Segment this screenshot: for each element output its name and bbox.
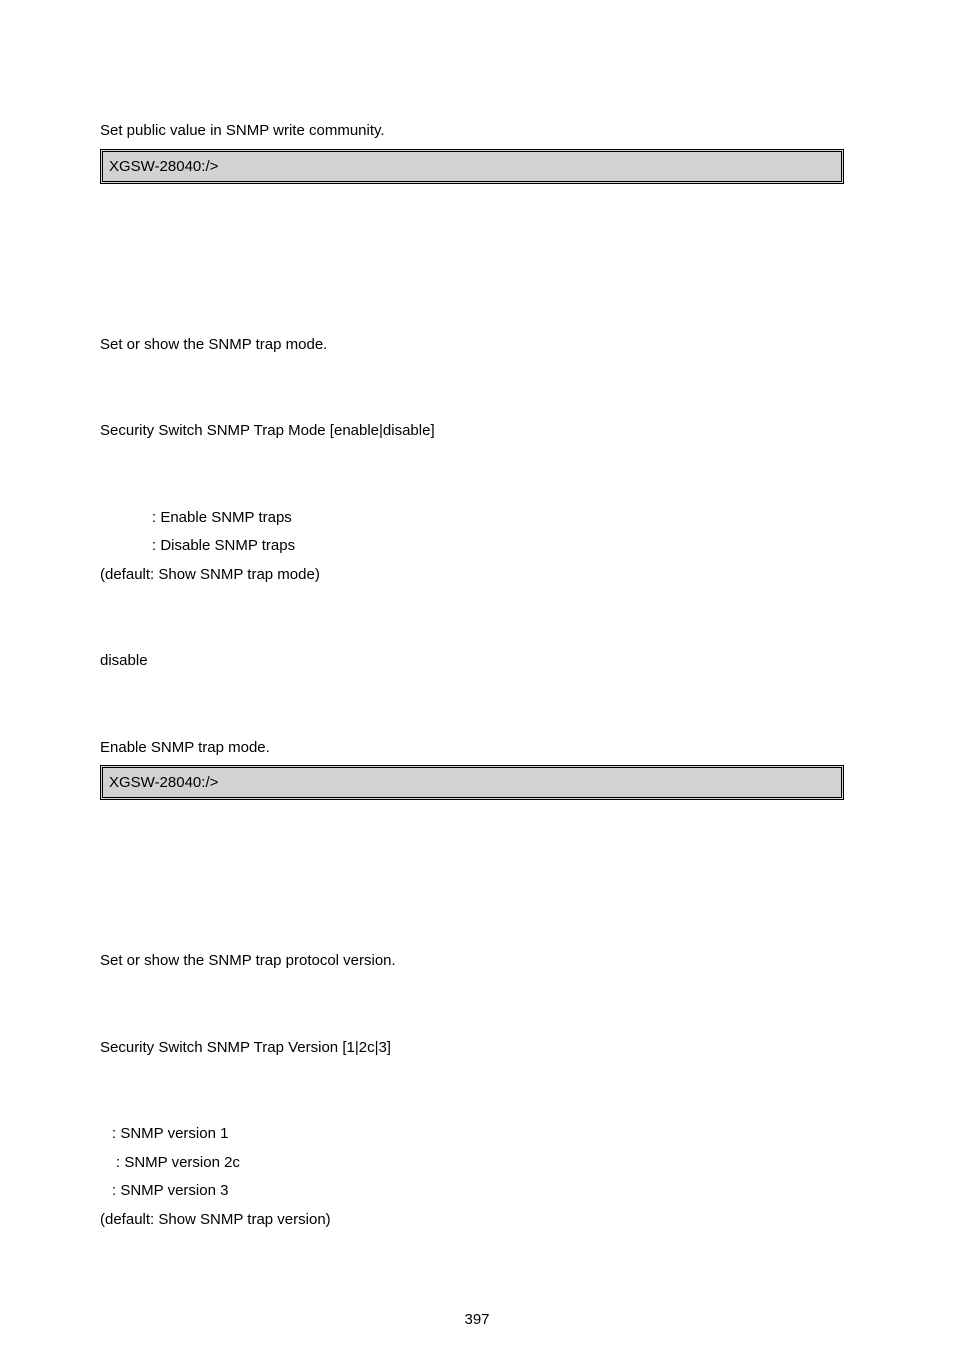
- section1-intro: Set public value in SNMP write community…: [100, 120, 854, 143]
- section3-p1: : SNMP version 1: [100, 1123, 854, 1146]
- section2-default: disable: [100, 650, 854, 673]
- section2-param3: (default: Show SNMP trap mode): [100, 564, 854, 587]
- section2-desc: Set or show the SNMP trap mode.: [100, 334, 854, 357]
- section2-example-intro: Enable SNMP trap mode.: [100, 737, 854, 760]
- codebox-2: XGSW-28040:/>: [100, 765, 844, 800]
- section3-syntax: Security Switch SNMP Trap Version [1|2c|…: [100, 1037, 854, 1060]
- section3-p2: : SNMP version 2c: [100, 1152, 854, 1175]
- section2-syntax: Security Switch SNMP Trap Mode [enable|d…: [100, 420, 854, 443]
- section3-p3: : SNMP version 3: [100, 1180, 854, 1203]
- section3-p4: (default: Show SNMP trap version): [100, 1209, 854, 1232]
- section2-param2: : Disable SNMP traps: [100, 535, 854, 558]
- section3-desc: Set or show the SNMP trap protocol versi…: [100, 950, 854, 973]
- page-number: 397: [0, 1311, 954, 1328]
- codebox-1: XGSW-28040:/>: [100, 149, 844, 184]
- document-page: Set public value in SNMP write community…: [0, 0, 954, 1350]
- section2-param1: : Enable SNMP traps: [100, 507, 854, 530]
